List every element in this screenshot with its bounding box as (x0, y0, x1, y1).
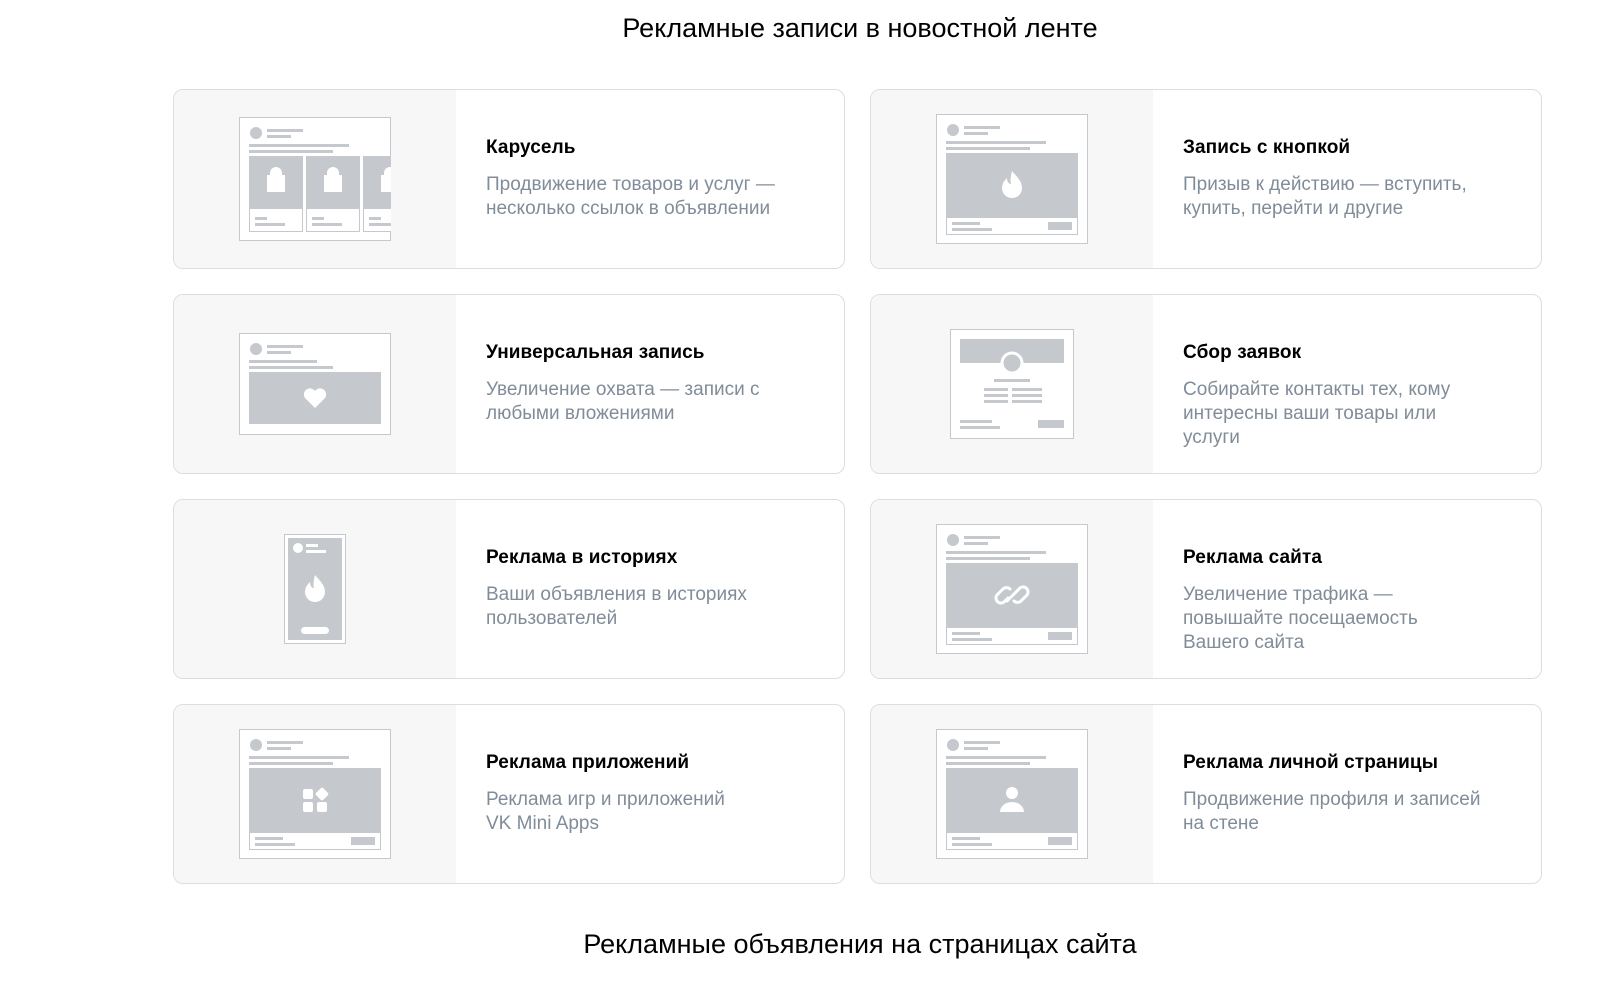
ad-format-card-profile-ad[interactable]: Реклама личной страницы Продвижение проф… (870, 704, 1542, 884)
card-title: Универсальная запись (486, 342, 705, 363)
card-description: Увеличение трафика — повышайте посещаемо… (1183, 584, 1418, 653)
card-description: Продвижение профиля и записей на стене (1183, 789, 1481, 834)
card-description: Призыв к действию — вступить, купить, пе… (1183, 174, 1467, 219)
lead-form-preview (871, 295, 1153, 473)
section-title-site-ads: Рекламные объявления на страницах сайта (583, 929, 1137, 959)
card-description: Увеличение охвата — записи с любыми влож… (486, 379, 760, 424)
stories-phone-illustration-icon (284, 534, 346, 644)
heart-post-illustration-icon (239, 333, 391, 435)
ad-format-card-stories[interactable]: Реклама в историях Ваши объявления в ист… (173, 499, 845, 679)
ad-format-card-universal-post[interactable]: Универсальная запись Увеличение охвата —… (173, 294, 845, 474)
profile-ad-preview (871, 705, 1153, 883)
card-title: Запись с кнопкой (1183, 137, 1351, 158)
ad-format-card-site-ad[interactable]: Реклама сайта Увеличение трафика — повыш… (870, 499, 1542, 679)
card-description: Реклама игр и приложений VK Mini Apps (486, 789, 725, 834)
apps-post-illustration-icon (239, 729, 391, 859)
app-ad-preview (174, 705, 456, 883)
section-title-feed-ads: Рекламные записи в новостной ленте (622, 13, 1098, 43)
fire-post-illustration-icon (936, 114, 1088, 244)
card-title: Реклама личной страницы (1183, 752, 1439, 773)
ad-format-card-lead-form[interactable]: Сбор заявок Собирайте контакты тех, кому… (870, 294, 1542, 474)
card-title: Реклама сайта (1183, 547, 1323, 568)
ad-format-grid: Карусель Продвижение товаров и услуг — н… (173, 89, 1542, 884)
card-description: Продвижение товаров и услуг — несколько … (486, 174, 775, 219)
button-post-preview (871, 90, 1153, 268)
universal-post-preview (174, 295, 456, 473)
link-post-illustration-icon (936, 524, 1088, 654)
card-title: Реклама в историях (486, 547, 678, 568)
ad-format-card-app-ad[interactable]: Реклама приложений Реклама игр и приложе… (173, 704, 845, 884)
profile-post-illustration-icon (936, 729, 1088, 859)
carousel-illustration-icon (239, 117, 391, 241)
stories-preview (174, 500, 456, 678)
site-ad-preview (871, 500, 1153, 678)
card-title: Сбор заявок (1183, 342, 1302, 363)
lead-form-illustration-icon (950, 329, 1074, 439)
ad-format-card-carousel[interactable]: Карусель Продвижение товаров и услуг — н… (173, 89, 845, 269)
card-title: Карусель (486, 137, 576, 158)
carousel-preview (174, 90, 456, 268)
card-description: Ваши объявления в историях пользователей (486, 584, 747, 629)
card-description: Собирайте контакты тех, кому интересны в… (1183, 379, 1451, 448)
card-title: Реклама приложений (486, 752, 690, 773)
ad-format-card-button-post[interactable]: Запись с кнопкой Призыв к действию — вст… (870, 89, 1542, 269)
